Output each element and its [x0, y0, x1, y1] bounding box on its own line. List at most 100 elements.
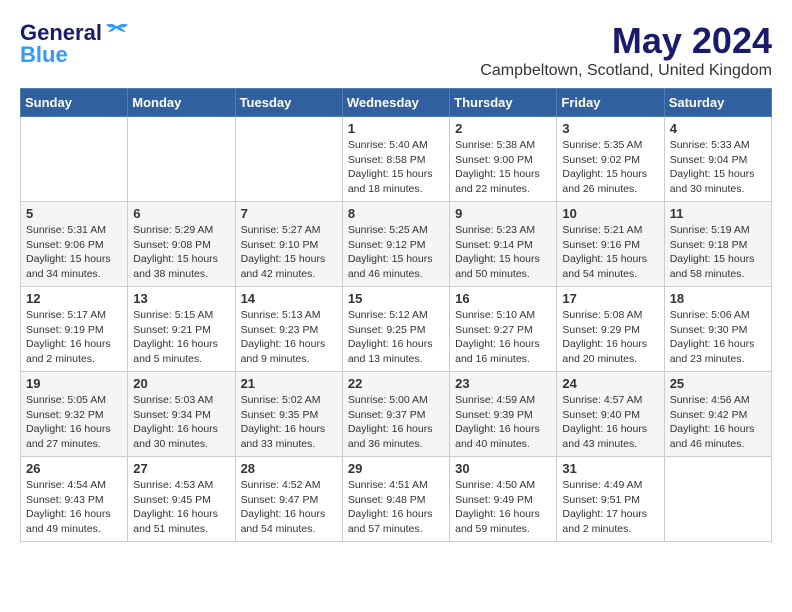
weekday-header-row: SundayMondayTuesdayWednesdayThursdayFrid… [21, 89, 772, 117]
cell-info: Sunset: 9:02 PM [562, 153, 658, 168]
week-row-1: 1Sunrise: 5:40 AMSunset: 8:58 PMDaylight… [21, 117, 772, 202]
calendar-cell: 20Sunrise: 5:03 AMSunset: 9:34 PMDayligh… [128, 372, 235, 457]
week-row-2: 5Sunrise: 5:31 AMSunset: 9:06 PMDaylight… [21, 202, 772, 287]
cell-info: and 54 minutes. [562, 267, 658, 282]
cell-info: Daylight: 15 hours [133, 252, 229, 267]
cell-info: Daylight: 16 hours [241, 422, 337, 437]
calendar-cell: 10Sunrise: 5:21 AMSunset: 9:16 PMDayligh… [557, 202, 664, 287]
calendar-cell: 31Sunrise: 4:49 AMSunset: 9:51 PMDayligh… [557, 457, 664, 542]
cell-info: Sunset: 9:16 PM [562, 238, 658, 253]
cell-info: Sunrise: 4:53 AM [133, 478, 229, 493]
cell-info: and 27 minutes. [26, 437, 122, 452]
calendar-cell: 22Sunrise: 5:00 AMSunset: 9:37 PMDayligh… [342, 372, 449, 457]
calendar-table: SundayMondayTuesdayWednesdayThursdayFrid… [20, 88, 772, 542]
cell-info: Sunset: 9:00 PM [455, 153, 551, 168]
cell-info: Daylight: 16 hours [26, 422, 122, 437]
calendar-cell: 19Sunrise: 5:05 AMSunset: 9:32 PMDayligh… [21, 372, 128, 457]
cell-info: and 59 minutes. [455, 522, 551, 537]
cell-info: Daylight: 16 hours [348, 422, 444, 437]
cell-info: Daylight: 15 hours [26, 252, 122, 267]
weekday-header-saturday: Saturday [664, 89, 771, 117]
location-title: Campbeltown, Scotland, United Kingdom [480, 62, 772, 80]
cell-info: Daylight: 16 hours [562, 422, 658, 437]
day-number: 27 [133, 461, 229, 476]
cell-info: Sunrise: 4:54 AM [26, 478, 122, 493]
day-number: 11 [670, 206, 766, 221]
calendar-cell: 3Sunrise: 5:35 AMSunset: 9:02 PMDaylight… [557, 117, 664, 202]
calendar-cell: 25Sunrise: 4:56 AMSunset: 9:42 PMDayligh… [664, 372, 771, 457]
cell-info: Sunset: 9:40 PM [562, 408, 658, 423]
cell-info: Sunrise: 5:23 AM [455, 223, 551, 238]
day-number: 24 [562, 376, 658, 391]
day-number: 6 [133, 206, 229, 221]
cell-info: Daylight: 16 hours [26, 337, 122, 352]
cell-info: Daylight: 15 hours [670, 167, 766, 182]
day-number: 12 [26, 291, 122, 306]
cell-info: Sunrise: 5:33 AM [670, 138, 766, 153]
cell-info: Daylight: 17 hours [562, 507, 658, 522]
calendar-cell: 23Sunrise: 4:59 AMSunset: 9:39 PMDayligh… [450, 372, 557, 457]
day-number: 18 [670, 291, 766, 306]
calendar-cell: 6 Sunrise: 5:29 AMSunset: 9:08 PMDaylight… [128, 202, 235, 287]
cell-info: Sunrise: 5:02 AM [241, 393, 337, 408]
calendar-cell: 16Sunrise: 5:10 AMSunset: 9:27 PMDayligh… [450, 287, 557, 372]
cell-info: Sunset: 9:42 PM [670, 408, 766, 423]
day-number: 5 [26, 206, 122, 221]
cell-info: and 42 minutes. [241, 267, 337, 282]
cell-info: Daylight: 16 hours [133, 337, 229, 352]
cell-info: Daylight: 15 hours [562, 167, 658, 182]
cell-info: Sunrise: 5:35 AM [562, 138, 658, 153]
day-number: 8 [348, 206, 444, 221]
calendar-cell: 30Sunrise: 4:50 AMSunset: 9:49 PMDayligh… [450, 457, 557, 542]
cell-info: Sunrise: 5:31 AM [26, 223, 122, 238]
cell-info: Daylight: 16 hours [455, 507, 551, 522]
day-number: 16 [455, 291, 551, 306]
day-number: 14 [241, 291, 337, 306]
cell-info: Sunset: 9:43 PM [26, 493, 122, 508]
day-number: 28 [241, 461, 337, 476]
cell-info: Sunrise: 5:12 AM [348, 308, 444, 323]
calendar-cell: 12Sunrise: 5:17 AMSunset: 9:19 PMDayligh… [21, 287, 128, 372]
cell-info: Daylight: 16 hours [348, 507, 444, 522]
cell-info: Sunset: 9:04 PM [670, 153, 766, 168]
cell-info: Sunset: 9:08 PM [133, 238, 229, 253]
cell-info: Sunset: 9:06 PM [26, 238, 122, 253]
calendar-cell: 26Sunrise: 4:54 AMSunset: 9:43 PMDayligh… [21, 457, 128, 542]
cell-info: Sunset: 9:37 PM [348, 408, 444, 423]
cell-info: and 38 minutes. [133, 267, 229, 282]
calendar-cell: 18Sunrise: 5:06 AMSunset: 9:30 PMDayligh… [664, 287, 771, 372]
logo: General Blue [20, 20, 132, 68]
calendar-cell [21, 117, 128, 202]
cell-info: Daylight: 15 hours [348, 167, 444, 182]
cell-info: Daylight: 16 hours [348, 337, 444, 352]
cell-info: and 50 minutes. [455, 267, 551, 282]
day-number: 19 [26, 376, 122, 391]
cell-info: Sunset: 8:58 PM [348, 153, 444, 168]
calendar-cell: 1Sunrise: 5:40 AMSunset: 8:58 PMDaylight… [342, 117, 449, 202]
calendar-cell [128, 117, 235, 202]
cell-info: Daylight: 15 hours [455, 252, 551, 267]
logo-blue-text: Blue [20, 42, 68, 68]
cell-info: Daylight: 16 hours [562, 337, 658, 352]
cell-info: Sunrise: 4:56 AM [670, 393, 766, 408]
cell-info: Sunset: 9:34 PM [133, 408, 229, 423]
cell-info: Sunrise: 5:27 AM [241, 223, 337, 238]
calendar-cell: 5 Sunrise: 5:31 AMSunset: 9:06 PMDaylight… [21, 202, 128, 287]
cell-info: Sunrise: 5:21 AM [562, 223, 658, 238]
cell-info: Sunset: 9:25 PM [348, 323, 444, 338]
cell-info: Sunrise: 4:57 AM [562, 393, 658, 408]
cell-info: Sunrise: 5:29 AM [133, 223, 229, 238]
cell-info: Sunrise: 5:10 AM [455, 308, 551, 323]
calendar-cell: 7Sunrise: 5:27 AMSunset: 9:10 PMDaylight… [235, 202, 342, 287]
calendar-cell [664, 457, 771, 542]
cell-info: Sunset: 9:39 PM [455, 408, 551, 423]
cell-info: Sunrise: 4:52 AM [241, 478, 337, 493]
calendar-cell: 4Sunrise: 5:33 AMSunset: 9:04 PMDaylight… [664, 117, 771, 202]
cell-info: Sunset: 9:23 PM [241, 323, 337, 338]
month-title: May 2024 [480, 20, 772, 62]
calendar-cell: 29Sunrise: 4:51 AMSunset: 9:48 PMDayligh… [342, 457, 449, 542]
cell-info: and 36 minutes. [348, 437, 444, 452]
cell-info: and 46 minutes. [670, 437, 766, 452]
cell-info: Sunset: 9:21 PM [133, 323, 229, 338]
cell-info: Sunrise: 5:40 AM [348, 138, 444, 153]
